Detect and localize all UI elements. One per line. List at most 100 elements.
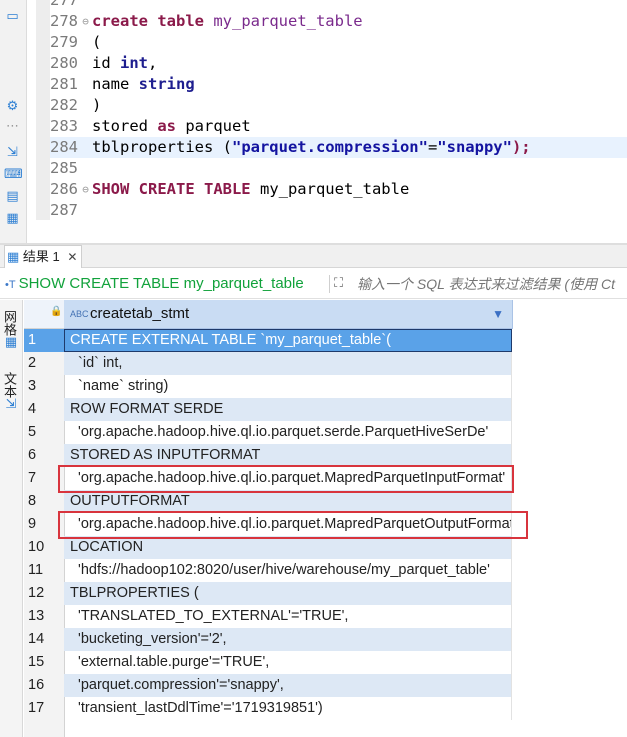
code-line[interactable]: 277 (50, 0, 627, 11)
sql-editor[interactable]: 277 278 ⊖ create table my_parquet_table 279(… (50, 0, 627, 220)
grid-corner[interactable]: 🔒 (24, 300, 64, 329)
export-icon[interactable]: ⇲ (4, 144, 21, 161)
close-icon[interactable]: ✕ (67, 250, 77, 264)
row-number: 3 (28, 378, 37, 394)
cell-value[interactable]: TBLPROPERTIES ( (64, 582, 512, 605)
query-text[interactable]: •T SHOW CREATE TABLE my_parquet_table (5, 270, 304, 298)
row-number: 8 (28, 493, 37, 509)
row-number: 14 (28, 631, 45, 647)
code-text: ) (92, 96, 102, 114)
line-number: 286 (50, 180, 78, 198)
fold-icon[interactable]: ⊖ (80, 179, 91, 200)
results-grid[interactable]: 🔒 ABC createtab_stmt ▼ 1 CREATE EXTERNAL … (24, 300, 627, 737)
row-number: 6 (28, 447, 37, 463)
table-row[interactable]: 1 CREATE EXTERNAL TABLE `my_parquet_table… (24, 329, 514, 352)
lock-icon: 🔒 (50, 306, 63, 317)
code-line[interactable]: 282) (50, 95, 627, 116)
table-row[interactable]: 11 'hdfs://hadoop102:8020/user/hive/ware… (24, 559, 514, 582)
gear-icon[interactable]: ⚙ (4, 98, 21, 115)
table-row[interactable]: 7 'org.apache.hadoop.hive.ql.io.parquet.… (24, 467, 514, 490)
fold-icon[interactable]: ⊖ (80, 11, 91, 32)
line-number: 277 (50, 0, 78, 9)
text-icon: ⇲ (5, 397, 17, 412)
query-label: SHOW CREATE TABLE my_parquet_table (18, 275, 304, 292)
code-line[interactable]: 281 name string (50, 74, 627, 95)
code-text: id int, (92, 54, 158, 72)
filter-input[interactable] (357, 270, 627, 298)
expand-icon[interactable]: ⛶ (334, 270, 343, 298)
cell-value[interactable]: 'org.apache.hadoop.hive.ql.io.parquet.Ma… (64, 513, 512, 536)
table-row[interactable]: 14 'bucketing_version'='2', (24, 628, 514, 651)
table-row[interactable]: 12 TBLPROPERTIES ( (24, 582, 514, 605)
grid-view-label: 网格 (2, 310, 17, 336)
row-number: 1 (24, 329, 66, 352)
code-line[interactable]: 286 ⊖ SHOW CREATE TABLE my_parquet_table (50, 179, 627, 200)
cell-value[interactable]: 'org.apache.hadoop.hive.ql.io.parquet.se… (64, 421, 512, 444)
document-icon[interactable]: ▦ (4, 210, 21, 227)
text-view-toggle[interactable]: 文本 ⇲ (2, 372, 20, 412)
table-row[interactable]: 5 'org.apache.hadoop.hive.ql.io.parquet.… (24, 421, 514, 444)
divider (329, 275, 330, 293)
cell-value[interactable]: LOCATION (64, 536, 512, 559)
cell-value[interactable]: ROW FORMAT SERDE (64, 398, 512, 421)
file-icon[interactable]: ▤ (4, 188, 21, 205)
grid-view-toggle[interactable]: 网格 ▦ (2, 310, 20, 350)
row-number: 4 (28, 401, 37, 417)
row-number: 5 (28, 424, 37, 440)
left-toolbar: ▭ ⚙ ⋯ ⇲ ⌨ ▤ ▦ (0, 0, 27, 243)
cell-value[interactable]: STORED AS INPUTFORMAT (64, 444, 512, 467)
column-header[interactable]: ABC createtab_stmt ▼ (64, 300, 513, 329)
terminal-icon[interactable]: ⌨ (4, 166, 23, 183)
table-row[interactable]: 9 'org.apache.hadoop.hive.ql.io.parquet.… (24, 513, 514, 536)
cell-value[interactable]: OUTPUTFORMAT (64, 490, 512, 513)
row-number: 17 (28, 700, 45, 716)
code-line[interactable]: 287 (50, 200, 627, 221)
row-number: 12 (28, 585, 45, 601)
cell-value[interactable]: 'hdfs://hadoop102:8020/user/hive/warehou… (64, 559, 512, 582)
tab-results-1[interactable]: ▦ 结果 1 ✕ (4, 245, 83, 268)
table-row[interactable]: 15 'external.table.purge'='TRUE', (24, 651, 514, 674)
editor-gutter (36, 0, 50, 220)
code-text: ( (92, 33, 102, 51)
cell-value[interactable]: 'bucketing_version'='2', (64, 628, 512, 651)
grid-icon: ▦ (7, 250, 20, 265)
grid-icon: ▦ (4, 335, 18, 350)
cell-value[interactable]: 'transient_lastDdlTime'='1719319851') (64, 697, 512, 720)
row-number: 9 (28, 516, 37, 532)
code-line[interactable]: 278 ⊖ create table my_parquet_table (50, 11, 627, 32)
cell-value[interactable]: CREATE EXTERNAL TABLE `my_parquet_table`… (64, 329, 512, 352)
sort-arrow-icon[interactable]: ▼ (492, 300, 504, 328)
table-row[interactable]: 4 ROW FORMAT SERDE (24, 398, 514, 421)
code-line[interactable]: 280 id int, (50, 53, 627, 74)
table-row[interactable]: 10 LOCATION (24, 536, 514, 559)
cell-value[interactable]: 'TRANSLATED_TO_EXTERNAL'='TRUE', (64, 605, 512, 628)
row-number: 11 (28, 562, 44, 578)
cell-value[interactable]: 'parquet.compression'='snappy', (64, 674, 512, 697)
table-row[interactable]: 6 STORED AS INPUTFORMAT (24, 444, 514, 467)
table-row[interactable]: 13 'TRANSLATED_TO_EXTERNAL'='TRUE', (24, 605, 514, 628)
code-text: name string (92, 75, 195, 93)
table-row[interactable]: 16 'parquet.compression'='snappy', (24, 674, 514, 697)
table-row[interactable]: 2 `id` int, (24, 352, 514, 375)
code-line[interactable]: 285 (50, 158, 627, 179)
cell-value[interactable]: 'org.apache.hadoop.hive.ql.io.parquet.Ma… (64, 467, 512, 490)
cell-value[interactable]: `name` string) (64, 375, 512, 398)
table-row[interactable]: 8 OUTPUTFORMAT (24, 490, 514, 513)
line-number: 284 (50, 138, 78, 156)
line-number: 283 (50, 117, 78, 135)
code-line[interactable]: 284 tblproperties ("parquet.compression"=… (50, 137, 627, 158)
code-line[interactable]: 279 ( (50, 32, 627, 53)
row-number: 16 (28, 677, 45, 693)
tab-label: 结果 1 (22, 249, 60, 264)
line-number: 285 (50, 159, 78, 177)
console-icon[interactable]: ▭ (4, 8, 21, 25)
cell-value[interactable]: `id` int, (64, 352, 512, 375)
table-row[interactable]: 17 'transient_lastDdlTime'='1719319851') (24, 697, 514, 720)
row-number: 15 (28, 654, 45, 670)
cell-value[interactable]: 'external.table.purge'='TRUE', (64, 651, 512, 674)
view-switcher: 网格 ▦ 文本 ⇲ (0, 300, 23, 737)
row-number: 7 (28, 470, 37, 486)
sql-lead-icon: •T (5, 279, 16, 291)
code-line[interactable]: 283 stored as parquet (50, 116, 627, 137)
table-row[interactable]: 3 `name` string) (24, 375, 514, 398)
